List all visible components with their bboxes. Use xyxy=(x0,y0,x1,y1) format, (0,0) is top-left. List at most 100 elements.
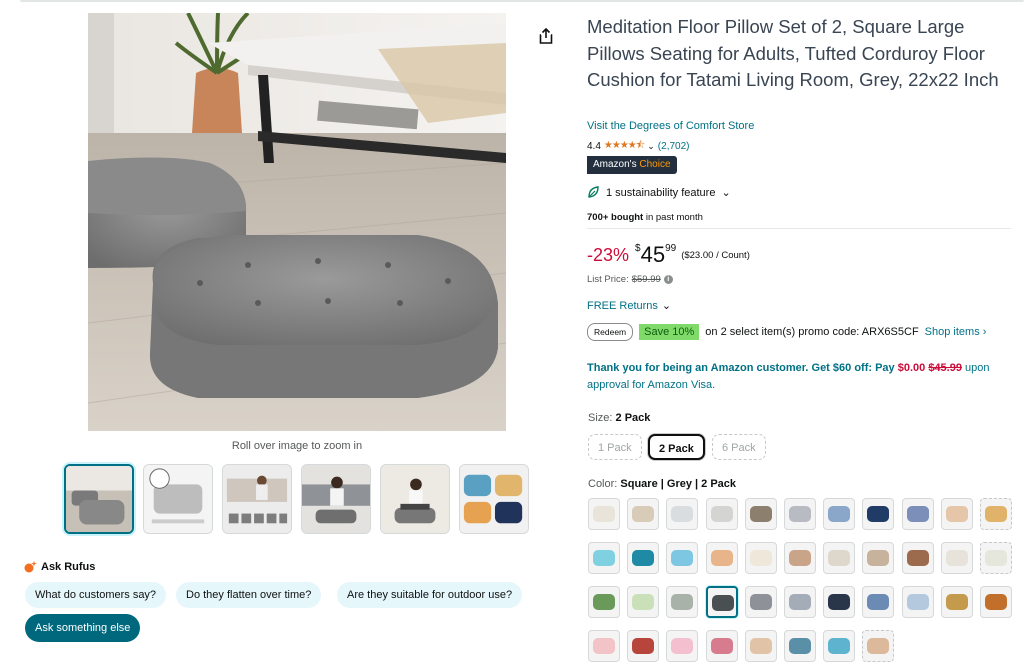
color-swatch[interactable] xyxy=(706,586,738,618)
info-icon[interactable]: i xyxy=(663,275,673,284)
swatch-preview xyxy=(789,638,811,654)
color-swatch[interactable] xyxy=(666,498,698,530)
swatch-preview xyxy=(671,594,693,610)
thumbnail-3[interactable] xyxy=(222,464,292,534)
color-swatch[interactable] xyxy=(902,498,934,530)
swatch-preview xyxy=(828,594,850,610)
zoom-hint: Roll over image to zoom in xyxy=(231,440,363,452)
color-swatch[interactable] xyxy=(784,630,816,662)
color-swatch[interactable] xyxy=(980,498,1012,530)
main-product-image[interactable] xyxy=(88,13,506,431)
swatch-preview xyxy=(867,594,889,610)
ask-something-else-button[interactable]: Ask something else xyxy=(25,614,141,642)
color-swatch[interactable] xyxy=(823,542,855,574)
redeem-button[interactable]: Redeem xyxy=(587,323,634,341)
size-option-1-pack[interactable]: 1 Pack xyxy=(588,434,642,460)
swatch-preview xyxy=(593,506,615,522)
swatch-preview xyxy=(828,550,850,566)
rufus-title: Ask Rufus xyxy=(41,560,96,573)
color-swatch[interactable] xyxy=(666,542,698,574)
returns-label: FREE Returns xyxy=(587,299,658,312)
price-fraction: 99 xyxy=(665,243,677,254)
color-swatch[interactable] xyxy=(627,542,659,574)
color-swatch[interactable] xyxy=(745,586,777,618)
color-swatch[interactable] xyxy=(745,542,777,574)
color-swatch[interactable] xyxy=(706,498,738,530)
star-rating-icon[interactable]: ★★★★⯪ xyxy=(604,138,645,155)
rating-count-link[interactable]: (2,702) xyxy=(658,141,690,152)
swatch-preview xyxy=(750,638,772,654)
amazon-visa-offer[interactable]: Thank you for being an Amazon customer. … xyxy=(587,360,1015,394)
swatch-preview xyxy=(985,506,1007,522)
swatch-preview xyxy=(867,506,889,522)
store-link[interactable]: Visit the Degrees of Comfort Store xyxy=(587,120,754,132)
swatch-preview xyxy=(750,550,772,566)
color-swatch[interactable] xyxy=(627,586,659,618)
thumbnail-5[interactable] xyxy=(380,464,450,534)
swatch-preview xyxy=(750,594,772,610)
rating-value: 4.4 xyxy=(587,141,601,152)
color-swatch[interactable] xyxy=(706,630,738,662)
share-icon[interactable] xyxy=(538,28,554,44)
rufus-question-2[interactable]: Do they flatten over time? xyxy=(176,582,322,608)
swatch-preview xyxy=(828,638,850,654)
color-swatch[interactable] xyxy=(745,630,777,662)
color-swatch[interactable] xyxy=(980,586,1012,618)
size-option-2-pack[interactable]: 2 Pack xyxy=(648,434,705,460)
color-swatch[interactable] xyxy=(588,630,620,662)
color-swatch[interactable] xyxy=(784,542,816,574)
swatch-preview xyxy=(632,638,654,654)
color-swatch[interactable] xyxy=(823,498,855,530)
color-swatch[interactable] xyxy=(706,542,738,574)
thumbnail-image xyxy=(460,465,528,533)
color-swatch[interactable] xyxy=(784,498,816,530)
color-swatch[interactable] xyxy=(862,586,894,618)
color-swatch[interactable] xyxy=(588,542,620,574)
save-badge: Save 10% xyxy=(639,324,700,340)
chevron-down-icon: ⌄ xyxy=(721,187,731,199)
rufus-question-3[interactable]: Are they suitable for outdoor use? xyxy=(337,582,523,608)
chevron-down-icon[interactable]: ⌄ xyxy=(647,141,655,152)
bought-rest: in past month xyxy=(645,212,703,223)
color-swatch[interactable] xyxy=(941,542,973,574)
color-swatch[interactable] xyxy=(745,498,777,530)
color-swatch[interactable] xyxy=(666,630,698,662)
sustainability-feature[interactable]: 1 sustainability feature ⌄ xyxy=(587,186,731,199)
color-swatch[interactable] xyxy=(588,498,620,530)
color-swatch[interactable] xyxy=(823,586,855,618)
thumbnail-image xyxy=(302,465,370,533)
color-swatch[interactable] xyxy=(588,586,620,618)
badge-choice: Choice xyxy=(639,159,671,170)
color-swatch[interactable] xyxy=(862,630,894,662)
thumbnail-4[interactable] xyxy=(301,464,371,534)
leaf-icon xyxy=(588,186,599,198)
color-swatch[interactable] xyxy=(823,630,855,662)
color-swatch[interactable] xyxy=(902,586,934,618)
swatch-preview xyxy=(946,506,968,522)
rufus-header: Ask Rufus xyxy=(24,560,95,573)
thumbnail-1[interactable] xyxy=(64,464,134,534)
color-swatch[interactable] xyxy=(980,542,1012,574)
color-swatch[interactable] xyxy=(902,542,934,574)
color-swatch[interactable] xyxy=(627,498,659,530)
color-swatch[interactable] xyxy=(862,542,894,574)
free-returns[interactable]: FREE Returns ⌄ xyxy=(587,299,671,313)
size-option-6-pack[interactable]: 6 Pack xyxy=(712,434,766,460)
swatch-preview xyxy=(593,550,615,566)
color-swatch[interactable] xyxy=(941,586,973,618)
color-swatch[interactable] xyxy=(784,586,816,618)
thumbnail-6[interactable] xyxy=(459,464,529,534)
color-label-text: Color: xyxy=(588,478,618,490)
rufus-question-1[interactable]: What do customers say? xyxy=(25,582,167,608)
swatch-preview xyxy=(632,594,654,610)
swatch-preview xyxy=(711,506,733,522)
price-divider xyxy=(587,228,1011,229)
color-swatch[interactable] xyxy=(666,586,698,618)
swatch-preview xyxy=(789,506,811,522)
color-swatch[interactable] xyxy=(941,498,973,530)
swatch-preview xyxy=(711,550,733,566)
color-swatch[interactable] xyxy=(627,630,659,662)
thumbnail-2[interactable] xyxy=(143,464,213,534)
color-swatch[interactable] xyxy=(862,498,894,530)
shop-items-link[interactable]: Shop items › xyxy=(925,326,987,338)
